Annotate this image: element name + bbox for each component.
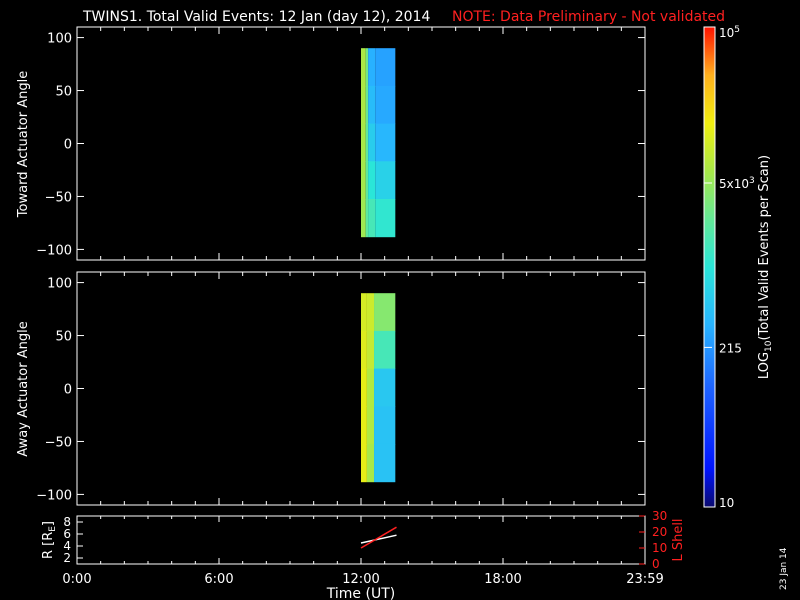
l-shell-tick-label: 10 [652,541,667,555]
figure-note: NOTE: Data Preliminary - Not validated [452,9,725,25]
heatmap-cell [375,198,396,238]
heatmap-cell [361,368,367,407]
x-tick-label: 18:00 [484,572,521,587]
figure-title: TWINS1. Total Valid Events: 12 Jan (day … [82,9,430,25]
ephemeris-frame [76,515,646,565]
heatmap-cell [365,85,369,125]
heatmap-cell [375,48,396,87]
colorbar-tick-label: 5x103 [719,176,755,191]
twins-figure: TWINS1. Total Valid Events: 12 Jan (day … [16,9,789,600]
colorbar-tick-label: 10 [719,496,734,510]
toward-y-axis-label: Toward Actuator Angle [16,71,31,218]
x-tick-label: 23:59 [626,572,663,587]
heatmap-cell [361,443,367,483]
heatmap-cell [365,198,369,238]
l-shell-axis-label: L Shell [671,518,686,561]
panel-away: 100 50 0 −50 −100 Away Actuator Angle [16,271,646,506]
heatmap-cell [368,48,376,87]
y-tick-label: −50 [45,435,72,450]
r-series-line [360,534,397,544]
heatmap-cell [375,123,396,162]
ephemeris-ticks: 864230201000:00 6:00 12:00 18:00 23:59 [62,509,667,587]
heatmap-cell [368,123,376,162]
l-shell-tick-label: 0 [652,557,660,571]
heatmap-cell [366,406,375,445]
heatmap-cell [361,161,366,200]
y-tick-label: 0 [64,383,72,398]
r-axis-label: R [RE] [41,521,58,559]
panel-ephemeris: 864230201000:00 6:00 12:00 18:00 23:59 R [RE… [41,509,686,600]
colorbar-tick-label: 215 [719,341,742,355]
heatmap-cell [368,198,376,238]
toward-ticks: 100 50 0 −50 −100 [36,27,646,260]
x-tick-label: 0:00 [62,572,91,587]
heatmap-cell [374,330,396,370]
away-ticks: 100 50 0 −50 −100 [36,272,646,505]
colorbar: 10 215 5x103 105 LOG10(Total Valid Events p… [703,25,774,510]
y-tick-label: 0 [64,138,72,153]
heatmap-cell [361,85,366,125]
y-tick-label: 100 [47,32,72,47]
heatmap-cell [361,198,366,238]
side-date-stamp: 23 Jan 14 [779,547,789,590]
heatmap-cell [365,161,369,200]
r-tick-label: 2 [63,551,71,565]
heatmap-cell [374,406,396,445]
heatmap-cell [374,368,396,407]
x-tick-label: 12:00 [342,572,379,587]
colorbar-gradient [704,27,715,507]
x-axis-label: Time (UT) [326,586,395,600]
colorbar-label: LOG10(Total Valid Events per Scan) [757,155,774,379]
away-heatmap [361,293,396,483]
heatmap-cell [374,443,396,483]
heatmap-cell [366,443,375,483]
panel-toward: 100 50 0 −50 −100 Toward Actuator Angle [16,26,646,261]
heatmap-cell [361,406,367,445]
heatmap-cell [365,48,369,87]
heatmap-cell [374,293,396,332]
heatmap-cell [366,293,375,332]
away-y-axis-label: Away Actuator Angle [16,321,31,456]
l-shell-series-line [360,526,397,549]
heatmap-cell [368,161,376,200]
x-tick-label: 6:00 [204,572,233,587]
heatmap-cell [361,48,366,87]
y-tick-label: −100 [36,488,72,503]
l-shell-tick-label: 20 [652,525,667,539]
colorbar-tick-label: 105 [719,25,740,40]
y-tick-label: −50 [45,190,72,205]
ephemeris-lines [360,526,397,549]
heatmap-cell [368,85,376,125]
l-shell-tick-label: 30 [652,509,667,523]
toward-heatmap [361,48,396,238]
y-tick-label: 50 [55,85,72,100]
y-tick-label: 100 [47,277,72,292]
heatmap-cell [361,330,367,370]
heatmap-cell [375,85,396,125]
heatmap-cell [365,123,369,162]
heatmap-cell [361,123,366,162]
heatmap-cell [375,161,396,200]
heatmap-cell [361,293,367,332]
heatmap-cell [366,368,375,407]
y-tick-label: 50 [55,330,72,345]
heatmap-cell [366,330,375,370]
y-tick-label: −100 [36,243,72,258]
